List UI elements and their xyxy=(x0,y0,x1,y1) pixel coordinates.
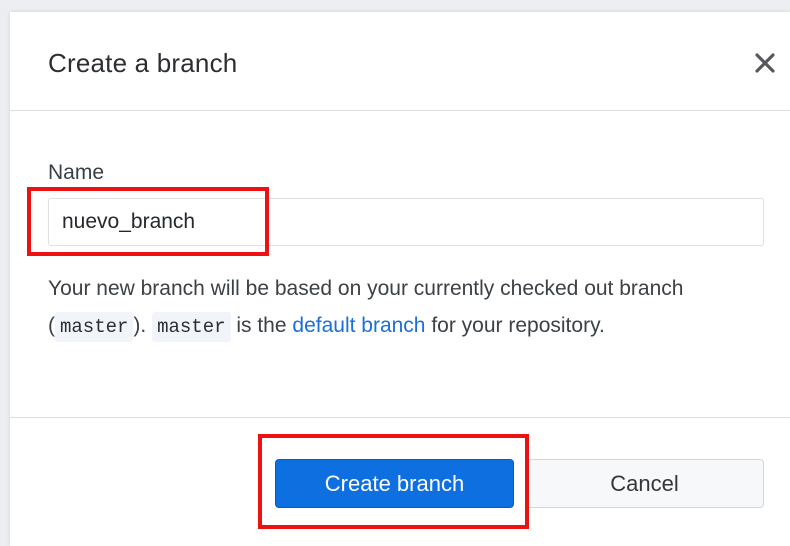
default-branch-link[interactable]: default branch xyxy=(292,314,425,337)
dialog-header: Create a branch xyxy=(10,12,790,111)
help-text-part3: is the xyxy=(230,314,293,337)
dialog-title: Create a branch xyxy=(48,48,238,78)
help-text: Your new branch will be based on your cu… xyxy=(48,270,748,346)
default-branch-code: master xyxy=(152,312,231,342)
create-branch-dialog: Create a branch Name Your new branch wil… xyxy=(10,12,790,546)
screen: Create a branch Name Your new branch wil… xyxy=(0,0,790,546)
footer-divider xyxy=(10,417,790,418)
create-branch-button[interactable]: Create branch xyxy=(275,459,514,508)
close-button[interactable] xyxy=(748,46,782,80)
branch-name-input[interactable] xyxy=(48,198,764,246)
close-icon xyxy=(748,46,782,80)
current-branch-code: master xyxy=(55,312,134,342)
cancel-button[interactable]: Cancel xyxy=(525,459,764,508)
name-label: Name xyxy=(48,161,105,184)
help-text-part2: ). xyxy=(133,314,153,337)
help-text-part4: for your repository. xyxy=(425,314,605,337)
